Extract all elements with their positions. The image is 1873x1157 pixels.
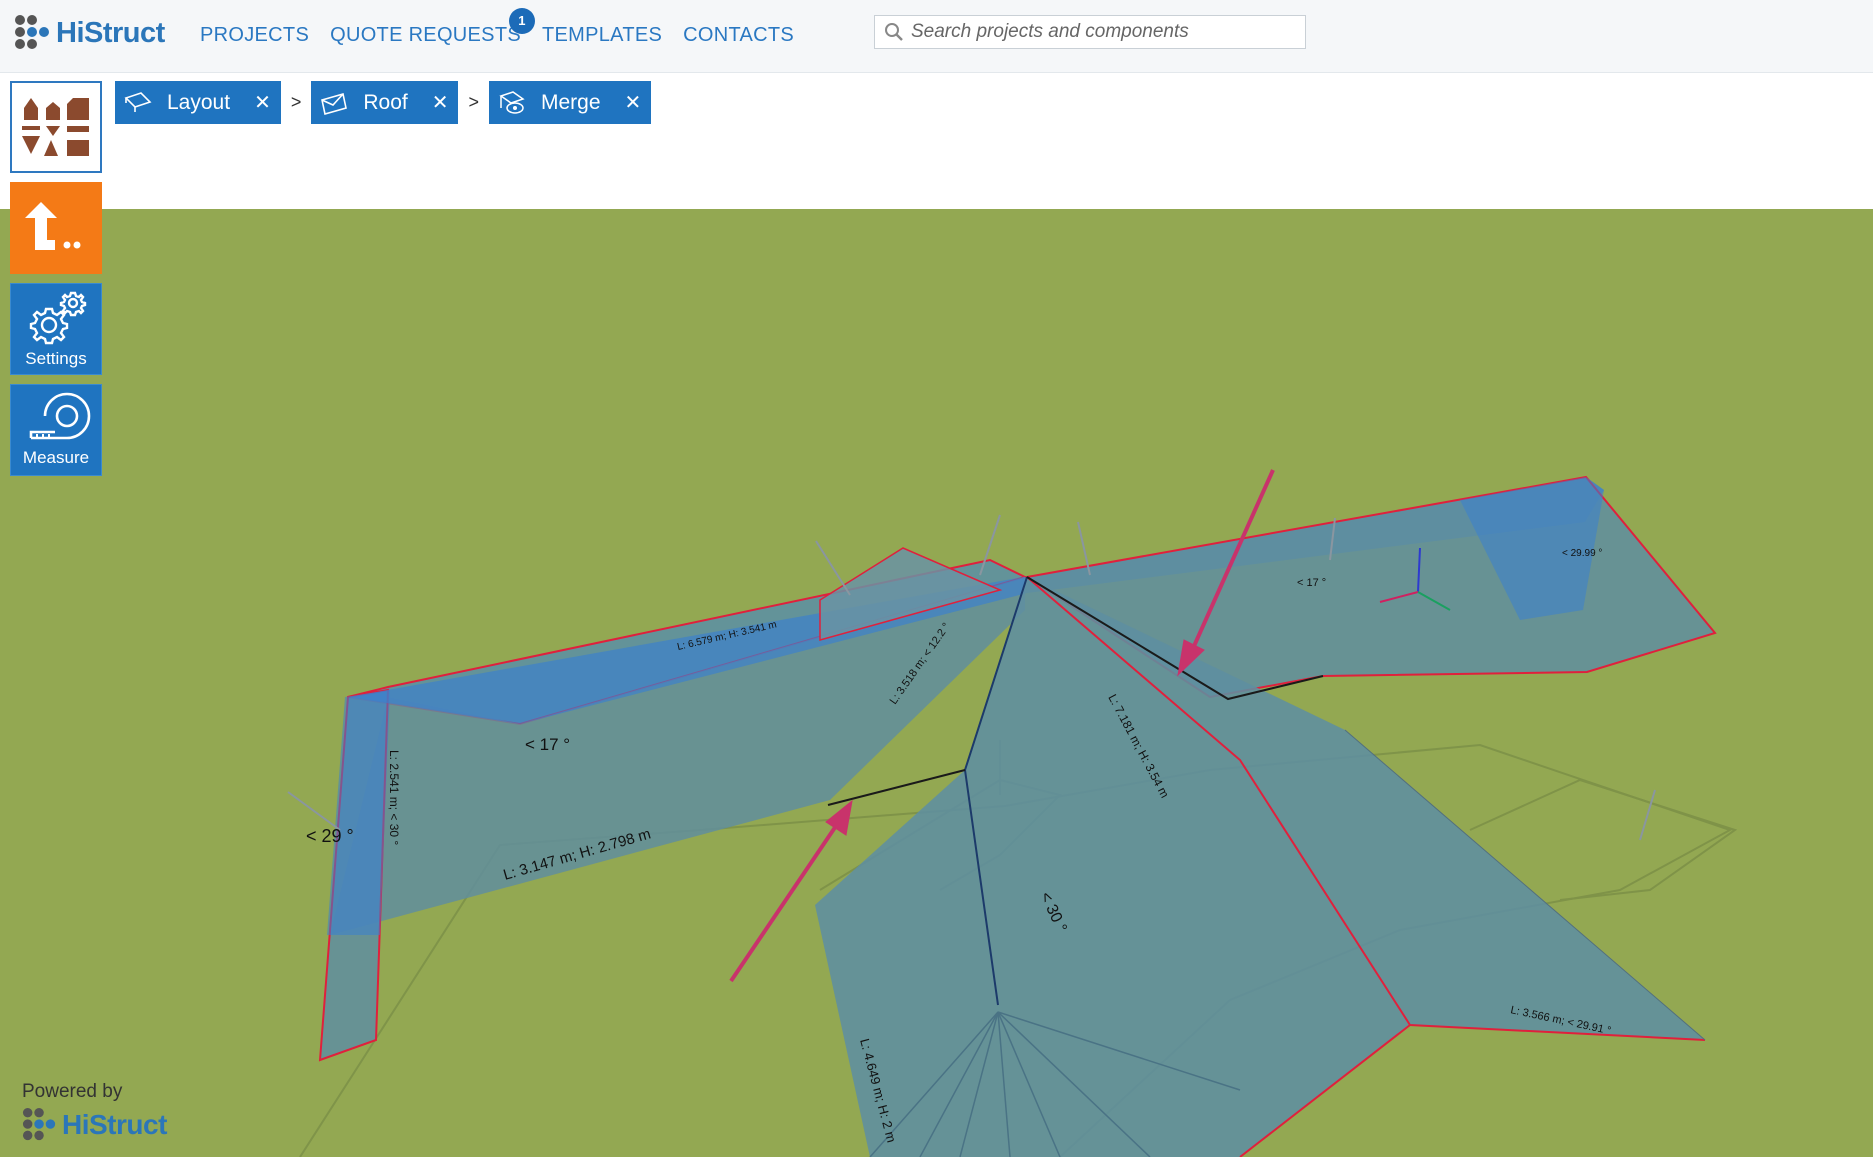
breadcrumb-merge[interactable]: Merge ✕: [488, 81, 652, 124]
dim-label: L: 2.541 m; < 30 °: [387, 750, 401, 845]
breadcrumb-roof[interactable]: Roof ✕: [311, 81, 459, 124]
main-nav: PROJECTS QUOTE REQUESTS 1 TEMPLATES CONT…: [200, 8, 815, 47]
powered-by: Powered by HiStruct: [22, 1081, 167, 1143]
upload-arrow-icon: [25, 202, 81, 250]
breadcrumb-label: Merge: [540, 90, 601, 114]
top-bar: HiStruct PROJECTS QUOTE REQUESTS 1 TEMPL…: [0, 0, 1873, 73]
search-input[interactable]: [909, 20, 1303, 44]
components-button[interactable]: [10, 81, 102, 173]
merge-icon: [499, 90, 525, 114]
nav-quote-requests-label: QUOTE REQUESTS: [330, 24, 521, 46]
close-icon[interactable]: ✕: [625, 90, 642, 115]
close-icon[interactable]: ✕: [432, 90, 449, 115]
angle-label: < 17 °: [1297, 577, 1326, 589]
logo-text: HiStruct: [56, 16, 165, 49]
angle-label: < 17 °: [525, 735, 570, 754]
components-icon: [22, 98, 89, 156]
breadcrumb-label: Layout: [167, 90, 231, 114]
powered-by-text: Powered by: [22, 1081, 123, 1102]
angle-label: < 29 °: [306, 826, 354, 846]
breadcrumb: Layout ✕ > Roof ✕ > Merge ✕: [115, 81, 652, 124]
nav-templates[interactable]: TEMPLATES: [542, 24, 662, 47]
gear-icon: [29, 291, 87, 345]
settings-label: Settings: [25, 349, 87, 368]
breadcrumb-label: Roof: [363, 90, 408, 114]
upload-button[interactable]: [10, 182, 102, 274]
histruct-logo[interactable]: HiStruct: [14, 14, 165, 52]
measure-button[interactable]: Measure: [10, 384, 102, 476]
notification-badge: 1: [508, 8, 535, 34]
logo-dots-icon: [22, 1107, 56, 1141]
breadcrumb-layout[interactable]: Layout ✕: [115, 81, 281, 124]
search-icon: [885, 23, 903, 41]
nav-contacts[interactable]: CONTACTS: [683, 24, 794, 47]
roof-scene[interactable]: L: 3.147 m; H: 2.798 m < 17 ° < 29 ° < 3…: [0, 209, 1873, 1157]
nav-quote-requests[interactable]: QUOTE REQUESTS 1: [330, 8, 535, 47]
logo-dots-icon: [15, 15, 49, 49]
footer-logo-text: HiStruct: [62, 1109, 167, 1140]
breadcrumb-separator: >: [468, 92, 479, 112]
nav-projects[interactable]: PROJECTS: [200, 24, 309, 47]
3d-viewport[interactable]: L: 3.147 m; H: 2.798 m < 17 ° < 29 ° < 3…: [0, 209, 1873, 1157]
roof-icon: [321, 92, 348, 115]
tape-measure-icon: [29, 392, 91, 440]
breadcrumb-separator: >: [290, 92, 302, 112]
footer-logo[interactable]: HiStruct: [22, 1107, 167, 1143]
search-box: [874, 15, 1306, 49]
angle-label: < 29.99 °: [1562, 548, 1602, 559]
settings-button[interactable]: Settings: [10, 283, 102, 375]
roof-left-ridge-band: [327, 690, 390, 935]
layout-icon: [124, 91, 152, 112]
measure-label: Measure: [22, 448, 90, 467]
close-icon[interactable]: ✕: [254, 90, 271, 115]
